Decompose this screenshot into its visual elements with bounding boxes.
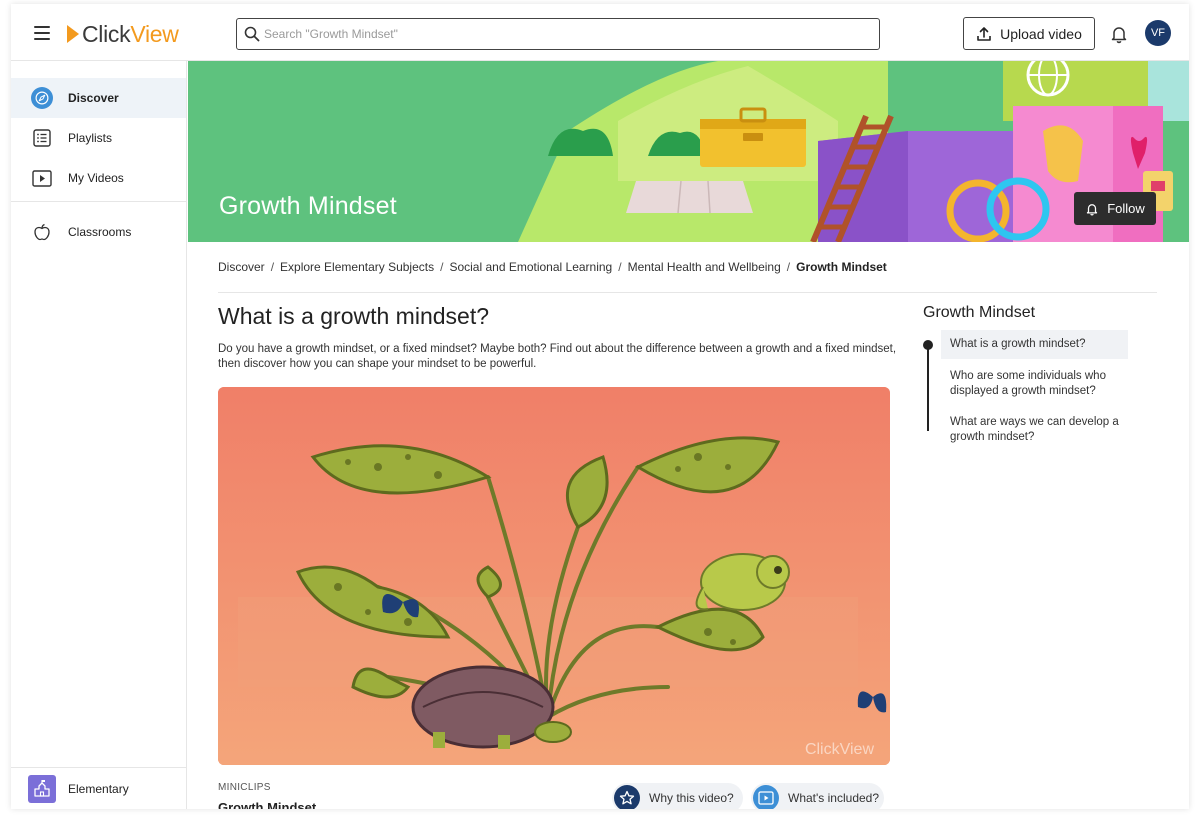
- toc-title: Growth Mindset: [923, 304, 1036, 321]
- toc-item[interactable]: Who are some individuals who displayed a…: [941, 362, 1128, 406]
- included-label: What's included?: [788, 791, 880, 805]
- video-player[interactable]: ClickView: [218, 387, 890, 765]
- search-input[interactable]: [264, 23, 864, 45]
- toc-current-marker: [923, 340, 933, 350]
- search-bar[interactable]: [236, 18, 880, 50]
- avatar-initials: VF: [1150, 27, 1166, 39]
- section-title: What is a growth mindset?: [218, 303, 490, 329]
- follow-label: Follow: [1107, 201, 1145, 216]
- breadcrumb-current: Growth Mindset: [796, 260, 887, 274]
- breadcrumb-item[interactable]: Discover: [218, 260, 265, 274]
- logo-text-view: View: [130, 20, 179, 47]
- breadcrumb-separator: /: [786, 260, 791, 274]
- user-avatar[interactable]: VF: [1145, 20, 1171, 46]
- breadcrumb-separator: /: [618, 260, 622, 274]
- sidebar-item-discover[interactable]: Discover: [11, 78, 186, 118]
- search-icon: [244, 26, 260, 42]
- school-icon: [28, 774, 56, 803]
- compass-icon: [31, 87, 53, 109]
- video-thumbnail: [218, 387, 890, 765]
- upload-icon: [977, 26, 991, 41]
- breadcrumb-separator: /: [440, 260, 444, 274]
- toc-item[interactable]: What are ways we can develop a growth mi…: [941, 408, 1128, 452]
- hero-banner: Growth Mindset Follow: [188, 61, 1189, 242]
- video-category: MINICLIPS: [218, 782, 271, 793]
- content-divider: [218, 292, 1157, 293]
- toc-progress-line: [927, 345, 929, 431]
- bell-icon: [1087, 203, 1098, 215]
- list-icon: [31, 127, 53, 149]
- sidebar-item-label: My Videos: [68, 171, 124, 185]
- logo-play-icon: [67, 25, 79, 43]
- sidebar-item-classrooms[interactable]: Classrooms: [11, 212, 186, 252]
- logo-text-click: Click: [82, 20, 131, 47]
- breadcrumb-item[interactable]: Social and Emotional Learning: [449, 260, 612, 274]
- section-description: Do you have a growth mindset, or a fixed…: [218, 343, 897, 370]
- upload-label: Upload video: [1000, 25, 1082, 42]
- sidebar-divider: [11, 201, 186, 202]
- top-bar: ClickView Upload video VF: [11, 4, 1189, 61]
- clickview-logo[interactable]: ClickView: [67, 20, 179, 48]
- sidebar-item-label: Discover: [68, 91, 119, 105]
- sidebar-item-label: Playlists: [68, 131, 113, 145]
- breadcrumb-item[interactable]: Mental Health and Wellbeing: [628, 260, 781, 274]
- sidebar-item-label: Classrooms: [68, 225, 132, 239]
- whats-included-button[interactable]: What's included?: [751, 783, 884, 809]
- apple-icon: [31, 221, 53, 243]
- banner-title: Growth Mindset: [219, 192, 397, 220]
- sidebar-item-elementary[interactable]: Elementary: [11, 767, 186, 809]
- upload-video-button[interactable]: Upload video: [963, 17, 1095, 50]
- breadcrumb: Discover / Explore Elementary Subjects / Soc…: [218, 260, 887, 274]
- app-window: ClickView Upload video VF Discover Playl…: [11, 4, 1189, 809]
- toc-item[interactable]: What is a growth mindset?: [941, 330, 1128, 359]
- follow-button[interactable]: Follow: [1074, 192, 1156, 225]
- sidebar-item-label: Elementary: [68, 781, 129, 796]
- why-this-video-button[interactable]: Why this video?: [612, 783, 743, 809]
- why-label: Why this video?: [649, 791, 734, 805]
- sidebar-item-playlists[interactable]: Playlists: [11, 118, 186, 158]
- sidebar: Discover Playlists My Videos Classrooms: [11, 61, 187, 809]
- sidebar-item-my-videos[interactable]: My Videos: [11, 158, 186, 198]
- breadcrumb-item[interactable]: Explore Elementary Subjects: [280, 260, 434, 274]
- video-title: Growth Mindset: [218, 800, 317, 809]
- play-icon: [31, 167, 53, 189]
- menu-icon[interactable]: [29, 22, 55, 44]
- notifications-bell-icon[interactable]: [1109, 24, 1129, 44]
- breadcrumb-separator: /: [270, 260, 275, 274]
- star-icon: [614, 785, 640, 809]
- video-icon: [753, 785, 779, 809]
- video-watermark: ClickView: [804, 741, 874, 758]
